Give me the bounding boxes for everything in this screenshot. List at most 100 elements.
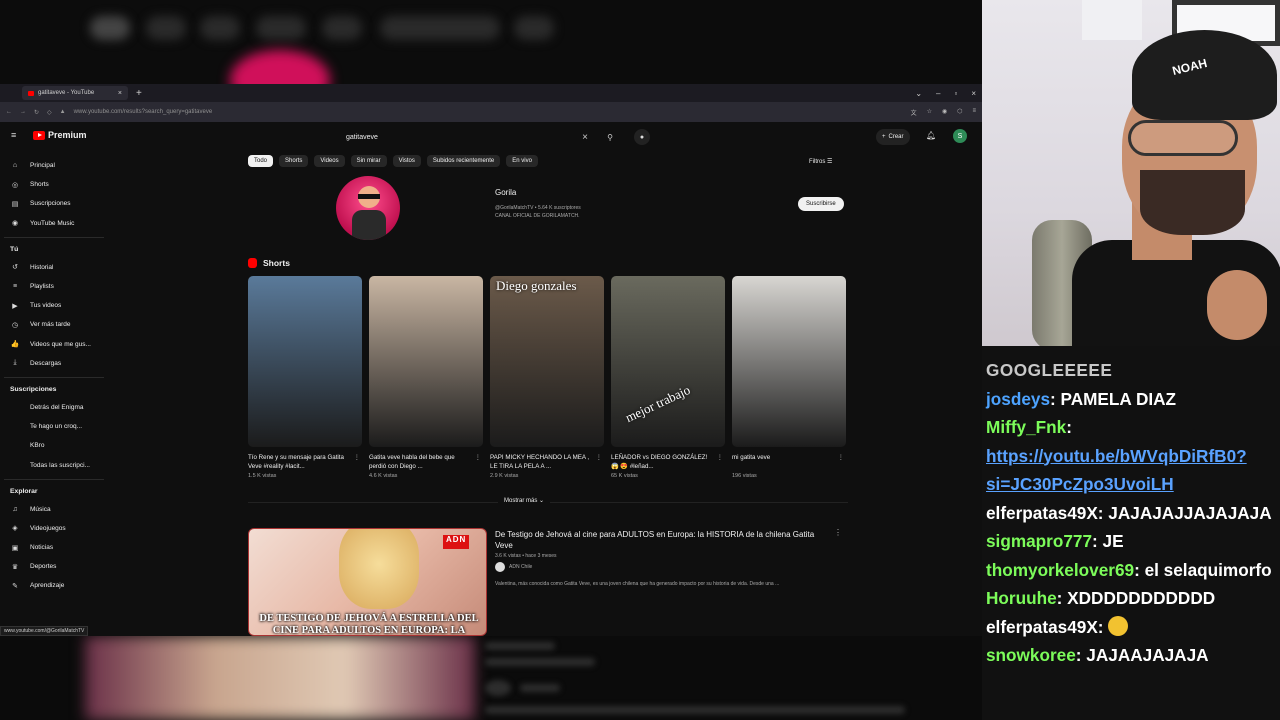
chat-username[interactable]: josdeys [986,389,1050,409]
sidebar-heading-subscriptions: Suscripciones [10,386,57,394]
filter-chip[interactable]: Shorts [279,155,309,167]
forward-icon[interactable]: → [20,109,26,115]
user-avatar[interactable]: S [953,129,967,143]
extensions-icon[interactable]: ⬡ [957,108,962,117]
short-thumbnail[interactable] [248,276,362,447]
sidebar-item[interactable]: Detrás del Enigma [0,398,112,417]
sidebar-item[interactable]: ⌂ Principal [0,156,112,175]
short-card[interactable]: Tío Rene y su mensaje para Gatita Veve #… [248,276,362,479]
chat-username[interactable]: elferpatas49X [986,617,1098,637]
video-title[interactable]: De Testigo de Jehová al cine para ADULTO… [495,529,815,551]
sidebar-item[interactable]: ◎ Shorts [0,175,112,194]
more-options-icon[interactable]: ⋮ [838,453,844,462]
short-thumbnail[interactable]: Diego gonzales [490,276,604,447]
short-title[interactable]: Gatita veve habla del bebe que perdió co… [369,453,483,471]
sidebar-item[interactable]: ◈ Videojuegos [0,519,112,538]
close-window-icon[interactable]: × [971,89,976,98]
sliders-icon: ☰ [827,159,833,165]
search-button[interactable]: ⚲ [600,128,620,146]
chat-username[interactable]: snowkoree [986,645,1076,665]
sidebar-item[interactable]: ♫ Música [0,500,112,519]
channel-description: CANAL OFICIAL DE GORILAMATCH. [495,213,580,219]
short-title[interactable]: mi gatita veve ⋮ [732,453,846,471]
sidebar-item[interactable]: ♛ Deportes [0,557,112,576]
shield-icon[interactable]: ◇ [47,109,52,116]
channel-name[interactable]: Gorila [495,188,516,197]
bookmark-star-icon[interactable]: ☆ [927,108,932,117]
browser-tab[interactable]: gatitaveve - YouTube × [22,86,128,100]
filter-chip[interactable]: En vivo [506,155,538,167]
account-icon[interactable]: ◉ [942,108,947,117]
chat-username[interactable]: Miffy_Fnk [986,417,1066,437]
chat-username[interactable]: sigmapro777 [986,531,1092,551]
sidebar-item[interactable]: ◉ YouTube Music [0,214,112,233]
more-options-icon[interactable]: ⋮ [475,453,481,462]
sidebar-item[interactable]: ≡ Playlists [0,277,112,296]
sidebar-item[interactable]: Todas las suscripci... [0,455,112,474]
tab-list-icon[interactable]: ⌄ [915,89,922,98]
youtube-logo[interactable]: Premium [33,130,87,140]
create-button[interactable]: + Crear [876,129,910,145]
home-icon: ⌂ [12,162,18,170]
new-tab-icon[interactable]: + [136,88,142,99]
filter-chip[interactable]: Todo [248,155,274,167]
more-options-icon[interactable]: ⋮ [834,528,842,537]
close-tab-icon[interactable]: × [118,90,122,97]
sidebar-item[interactable]: Te hago un croq... [0,417,112,436]
short-card[interactable]: Gatita veve habla del bebe que perdió co… [369,276,483,479]
sidebar-item[interactable]: ⤓ Descargas [0,354,112,373]
video-result[interactable]: ADN DE TESTIGO DE JEHOVÁ A ESTRELLA DEL … [248,528,848,636]
voice-search-button[interactable]: ● [634,129,650,145]
lock-icon[interactable]: ▲ [60,109,66,115]
chat-username[interactable]: elferpatas49X [986,503,1098,523]
short-thumbnail[interactable] [732,276,846,447]
short-card[interactable]: Diego gonzales PAPI MICKY HECHANDO LA MEA… [490,276,604,479]
filters-button[interactable]: Filtros ☰ [809,158,832,165]
sidebar-item[interactable]: ▶ Tus videos [0,296,112,315]
reload-icon[interactable]: ↻ [34,109,39,116]
sidebar-item[interactable]: 👍 Videos que me gus... [0,335,112,354]
channel-avatar[interactable] [336,176,400,240]
short-thumbnail[interactable]: mejor trabajo [611,276,725,447]
translate-icon[interactable]: 文 [911,108,917,117]
sidebar-item[interactable]: ▣ Noticias [0,538,112,557]
search-results: Todo Shorts Videos Sin mirar Vistos Subidos r… [248,154,848,636]
filter-chip[interactable]: Subidos recientemente [426,155,501,167]
chat-message-link[interactable]: https://youtu.be/bWVqbDiRfB0?si=JC30PcZp… [986,446,1247,495]
more-options-icon[interactable]: ⋮ [596,453,602,462]
minimize-icon[interactable]: – [936,89,940,98]
subscribe-button[interactable]: Suscribirse [798,197,844,211]
maximize-icon[interactable]: ▫ [954,89,957,98]
video-channel[interactable]: ADN Chile [495,562,532,572]
sidebar-item[interactable]: ◷ Ver más tarde [0,315,112,334]
sidebar-item-label: Descargas [30,359,62,367]
sidebar-item[interactable]: ▤ Suscripciones [0,194,112,213]
short-title[interactable]: Tío Rene y su mensaje para Gatita Veve #… [248,453,362,471]
short-title[interactable]: PAPI MICKY HECHANDO LA MEA , LE TIRA LA … [490,453,604,471]
search-input[interactable]: gatitaveve × [338,128,600,146]
sidebar-item[interactable]: ✎ Aprendizaje [0,576,112,595]
video-description: Valentina, más conocida como Gatita Veve… [495,581,780,587]
chat-message-text: XDDDDDDDDDDD [1067,588,1216,608]
chat-username[interactable]: thomyorkelover69 [986,560,1134,580]
url-field[interactable]: www.youtube.com/results?search_query=gat… [74,109,213,115]
more-options-icon[interactable]: ⋮ [354,453,360,462]
short-title[interactable]: LEÑADOR vs DIEGO GONZÁLEZ! 😱 😍 #leñad...… [611,453,725,471]
hamburger-menu-icon[interactable]: ≡ [11,130,16,140]
clear-search-icon[interactable]: × [582,132,588,143]
short-card[interactable]: mi gatita veve ⋮ 196 vistas [732,276,846,479]
filter-chip[interactable]: Videos [314,155,345,167]
show-more-button[interactable]: Mostrar más ⌄ [498,497,551,504]
sidebar-item[interactable]: KBro [0,436,112,455]
notifications-bell-icon[interactable]: 🔔︎ [926,131,936,140]
short-card[interactable]: mejor trabajo LEÑADOR vs DIEGO GONZÁLEZ! … [611,276,725,479]
chat-username[interactable]: Horuuhe [986,588,1057,608]
filter-chip[interactable]: Sin mirar [350,155,387,167]
sidebar-item[interactable]: ↺ Historial [0,258,112,277]
video-thumbnail[interactable]: ADN DE TESTIGO DE JEHOVÁ A ESTRELLA DEL … [248,528,487,636]
back-icon[interactable]: ← [6,109,12,115]
more-options-icon[interactable]: ⋮ [717,453,723,462]
short-thumbnail[interactable] [369,276,483,447]
menu-icon[interactable]: ≡ [972,108,976,117]
filter-chip[interactable]: Vistos [392,155,421,167]
